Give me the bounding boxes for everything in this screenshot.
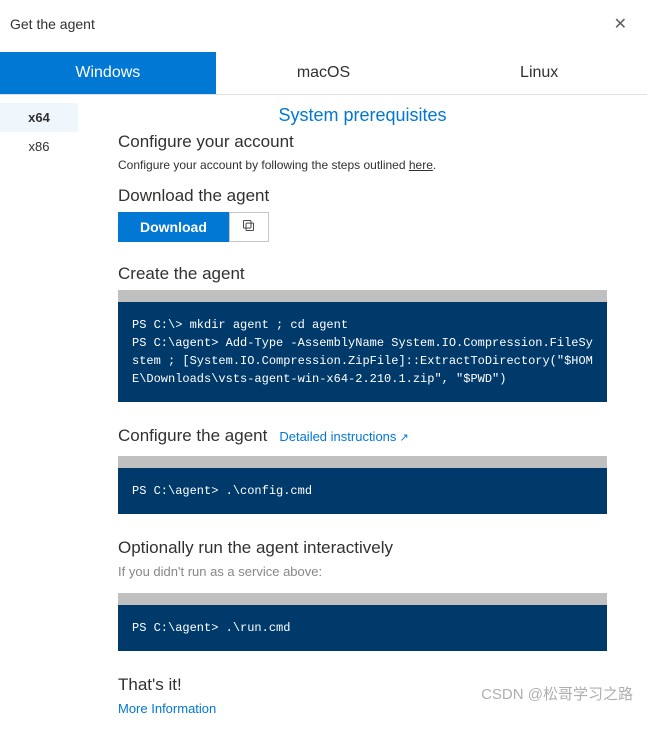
run-agent-code[interactable]: PS C:\agent> .\run.cmd xyxy=(118,593,607,651)
thats-it-heading: That's it! xyxy=(118,675,607,695)
create-agent-code[interactable]: PS C:\> mkdir agent ; cd agent PS C:\age… xyxy=(118,290,607,402)
tab-windows[interactable]: Windows xyxy=(0,52,216,94)
dialog-header: Get the agent ✕ xyxy=(0,0,647,52)
download-button[interactable]: Download xyxy=(118,212,229,242)
create-agent-heading: Create the agent xyxy=(118,264,607,284)
download-heading: Download the agent xyxy=(118,186,607,206)
tab-macos[interactable]: macOS xyxy=(216,52,432,94)
configure-account-heading: Configure your account xyxy=(118,132,607,152)
body: x64 x86 System prerequisites Configure y… xyxy=(0,95,647,736)
dialog-title: Get the agent xyxy=(10,16,95,32)
content: System prerequisites Configure your acco… xyxy=(78,95,647,736)
detailed-instructions-link[interactable]: Detailed instructions xyxy=(279,429,408,444)
copy-icon xyxy=(241,218,256,236)
arch-x86[interactable]: x86 xyxy=(0,132,78,161)
arch-tabs: x64 x86 xyxy=(0,95,78,736)
run-agent-note: If you didn't run as a service above: xyxy=(118,564,607,579)
download-row: Download xyxy=(118,212,607,242)
arch-x64[interactable]: x64 xyxy=(0,103,78,132)
configure-agent-code[interactable]: PS C:\agent> .\config.cmd xyxy=(118,456,607,514)
configure-agent-header: Configure the agent Detailed instruction… xyxy=(118,426,607,446)
configure-account-text: Configure your account by following the … xyxy=(118,158,607,172)
system-prerequisites-link[interactable]: System prerequisites xyxy=(118,105,607,126)
close-icon[interactable]: ✕ xyxy=(610,10,631,38)
run-agent-heading: Optionally run the agent interactively xyxy=(118,538,607,558)
os-tabs: Windows macOS Linux xyxy=(0,52,647,95)
copy-button[interactable] xyxy=(229,212,269,242)
configure-agent-heading: Configure the agent xyxy=(118,426,267,446)
tab-linux[interactable]: Linux xyxy=(431,52,647,94)
here-link[interactable]: here xyxy=(409,158,433,172)
